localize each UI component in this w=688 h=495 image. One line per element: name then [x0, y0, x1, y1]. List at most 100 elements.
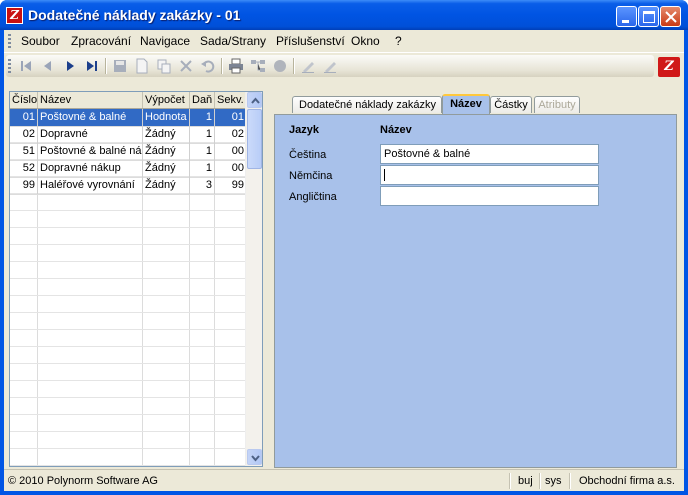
table-row[interactable]: 99 Haléřové vyrovnání Žádný 3 99 — [10, 177, 247, 195]
names-tab-content: Jazyk Název Čeština Poštovné & balné Něm… — [274, 114, 677, 468]
toolbar-grip[interactable] — [8, 59, 11, 73]
cell-vypocet[interactable]: Žádný — [143, 143, 190, 160]
menu-bar: Soubor Zpracování Navigace Sada/Strany P… — [4, 30, 684, 53]
col-header-sekv[interactable]: Sekv. — [215, 92, 247, 108]
company-logo-icon: Z — [658, 57, 680, 77]
detail-panel: Dodatečné náklady zakázky Název Částky A… — [274, 94, 677, 468]
tab-castky[interactable]: Částky — [490, 96, 532, 113]
cell-cislo[interactable]: 02 — [10, 126, 38, 143]
grid-scrollbar[interactable] — [245, 92, 262, 466]
copy-icon[interactable] — [156, 58, 172, 74]
header-jazyk: Jazyk — [289, 124, 319, 136]
cell-dan[interactable]: 1 — [190, 126, 215, 143]
menu-zpracovani[interactable]: Zpracování — [71, 34, 131, 48]
cell-sekv[interactable]: 02 — [215, 126, 247, 143]
minimize-button[interactable] — [616, 6, 637, 27]
name-field-cestina[interactable]: Poštovné & balné — [380, 144, 599, 164]
status-database: sys — [545, 475, 562, 487]
last-record-icon[interactable] — [84, 58, 100, 74]
col-header-dan[interactable]: Daň — [190, 92, 215, 108]
status-company: Obchodní firma a.s. — [579, 475, 675, 487]
cell-dan[interactable]: 1 — [190, 109, 215, 126]
cell-sekv[interactable]: 01 — [215, 109, 247, 126]
cell-vypocet[interactable]: Žádný — [143, 160, 190, 177]
edit-icon[interactable] — [300, 58, 316, 74]
chevron-up-icon — [251, 97, 260, 104]
cell-cislo[interactable]: 99 — [10, 177, 38, 194]
stop-icon[interactable] — [272, 58, 288, 74]
window-frame: Soubor Zpracování Navigace Sada/Strany P… — [4, 30, 684, 491]
menu-soubor[interactable]: Soubor — [21, 34, 60, 48]
minimize-icon — [622, 20, 629, 23]
cell-vypocet[interactable]: Žádný — [143, 126, 190, 143]
grid-header: Číslo Název Výpočet Daň Sekv. — [10, 92, 247, 109]
menu-sada-strany[interactable]: Sada/Strany — [200, 34, 266, 48]
save-icon[interactable] — [112, 58, 128, 74]
new-document-icon[interactable] — [134, 58, 150, 74]
cell-cislo[interactable]: 51 — [10, 143, 38, 160]
cell-cislo[interactable]: 01 — [10, 109, 38, 126]
tab-nazev[interactable]: Název — [442, 94, 490, 114]
col-header-nazev[interactable]: Název — [38, 92, 143, 108]
header-nazev: Název — [380, 124, 412, 136]
cell-nazev[interactable]: Poštovné & balné nák — [38, 143, 143, 160]
cell-nazev[interactable]: Dopravné nákup — [38, 160, 143, 177]
table-row[interactable]: 01 Poštovné & balné Hodnota 1 01 — [10, 109, 247, 127]
scroll-down-button[interactable] — [247, 449, 262, 465]
menu-help[interactable]: ? — [395, 34, 402, 48]
col-header-cislo[interactable]: Číslo — [10, 92, 38, 108]
tab-atributy: Atributy — [534, 96, 580, 113]
menu-grip[interactable] — [8, 34, 11, 48]
cell-cislo[interactable]: 52 — [10, 160, 38, 177]
menu-navigace[interactable]: Navigace — [140, 34, 190, 48]
records-grid[interactable]: Číslo Název Výpočet Daň Sekv. 01 Poštovné… — [9, 91, 263, 467]
toolbar — [4, 54, 684, 78]
menu-prislusenstvi[interactable]: Příslušenství — [276, 34, 345, 48]
cell-vypocet[interactable]: Žádný — [143, 177, 190, 194]
menu-okno[interactable]: Okno — [351, 34, 380, 48]
cell-sekv[interactable]: 00 — [215, 160, 247, 177]
undo-icon[interactable] — [200, 58, 216, 74]
delete-icon[interactable] — [178, 58, 194, 74]
name-field-nemcina[interactable] — [380, 165, 599, 185]
table-row[interactable]: 51 Poštovné & balné nák Žádný 1 00 — [10, 143, 247, 161]
text-caret — [384, 169, 385, 182]
cell-dan[interactable]: 3 — [190, 177, 215, 194]
cell-nazev[interactable]: Dopravné — [38, 126, 143, 143]
cell-sekv[interactable]: 00 — [215, 143, 247, 160]
status-user: buj — [518, 475, 533, 487]
name-field-anglictina[interactable] — [380, 186, 599, 206]
main-window: Z Dodatečné náklady zakázky - 01 Soubor … — [0, 0, 688, 495]
status-bar: © 2010 Polynorm Software AG buj sys Obch… — [4, 469, 684, 492]
print-icon[interactable] — [228, 58, 244, 74]
cell-dan[interactable]: 1 — [190, 160, 215, 177]
close-icon — [665, 11, 677, 23]
table-row[interactable]: 52 Dopravné nákup Žádný 1 00 — [10, 160, 247, 178]
cell-nazev[interactable]: Poštovné & balné — [38, 109, 143, 126]
label-anglictina: Angličtina — [289, 191, 337, 203]
table-row[interactable]: 02 Dopravné Žádný 1 02 — [10, 126, 247, 144]
title-bar[interactable]: Z Dodatečné náklady zakázky - 01 — [0, 0, 688, 30]
status-copyright: © 2010 Polynorm Software AG — [8, 475, 158, 487]
maximize-button[interactable] — [638, 6, 659, 27]
scroll-up-button[interactable] — [247, 92, 262, 108]
chevron-down-icon — [251, 455, 260, 462]
scroll-thumb[interactable] — [247, 109, 262, 169]
app-logo-icon[interactable]: Z — [6, 7, 23, 24]
edit-all-icon[interactable] — [322, 58, 338, 74]
previous-record-icon[interactable] — [40, 58, 56, 74]
label-nemcina: Němčina — [289, 170, 333, 182]
cell-sekv[interactable]: 99 — [215, 177, 247, 194]
structure-icon[interactable] — [250, 58, 266, 74]
first-record-icon[interactable] — [18, 58, 34, 74]
close-button[interactable] — [660, 6, 681, 27]
cell-nazev[interactable]: Haléřové vyrovnání — [38, 177, 143, 194]
tab-dodatecne-naklady[interactable]: Dodatečné náklady zakázky — [292, 96, 442, 113]
cell-dan[interactable]: 1 — [190, 143, 215, 160]
maximize-icon — [643, 11, 655, 23]
label-cestina: Čeština — [289, 149, 327, 161]
window-title: Dodatečné náklady zakázky - 01 — [28, 7, 241, 23]
next-record-icon[interactable] — [62, 58, 78, 74]
cell-vypocet[interactable]: Hodnota — [143, 109, 190, 126]
col-header-vypocet[interactable]: Výpočet — [143, 92, 190, 108]
